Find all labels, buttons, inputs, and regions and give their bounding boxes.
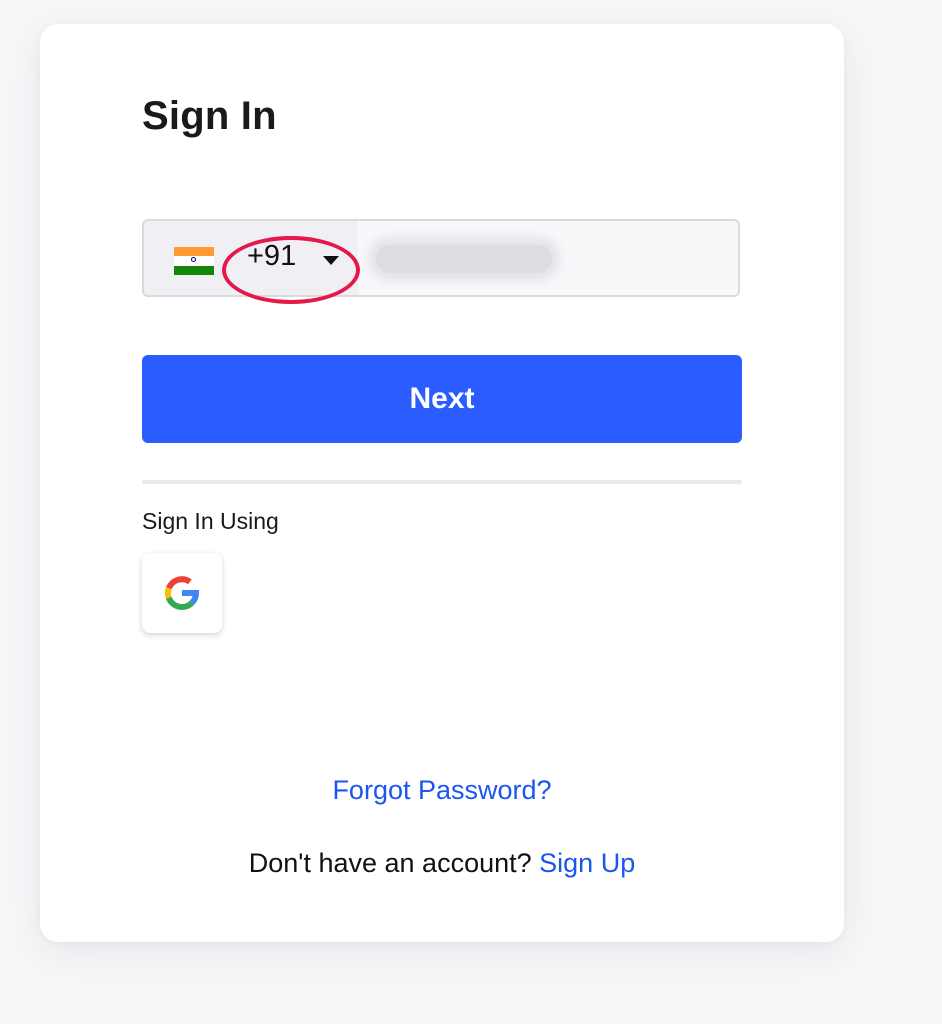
google-sign-in-button[interactable] [142, 553, 222, 633]
country-code-selector[interactable]: +91 [144, 221, 358, 295]
country-code-label: +91 [247, 240, 297, 272]
caret-down-icon [323, 256, 339, 265]
no-account-text: Don't have an account? [248, 848, 532, 878]
phone-number-input[interactable] [360, 221, 738, 295]
sign-up-link[interactable]: Sign Up [539, 848, 635, 878]
next-button[interactable]: Next [142, 355, 742, 443]
google-icon [164, 576, 200, 611]
forgot-password-link[interactable]: Forgot Password? [40, 775, 844, 806]
sign-in-card: Sign In +91 Next Sign In Using Forgot Pa… [40, 24, 844, 942]
divider [142, 480, 742, 484]
page-title: Sign In [142, 94, 277, 138]
india-flag-icon [174, 247, 214, 275]
sign-up-prompt: Don't have an account? Sign Up [40, 848, 844, 879]
social-sign-in-heading: Sign In Using [142, 508, 279, 534]
phone-number-field: +91 [142, 219, 740, 304]
